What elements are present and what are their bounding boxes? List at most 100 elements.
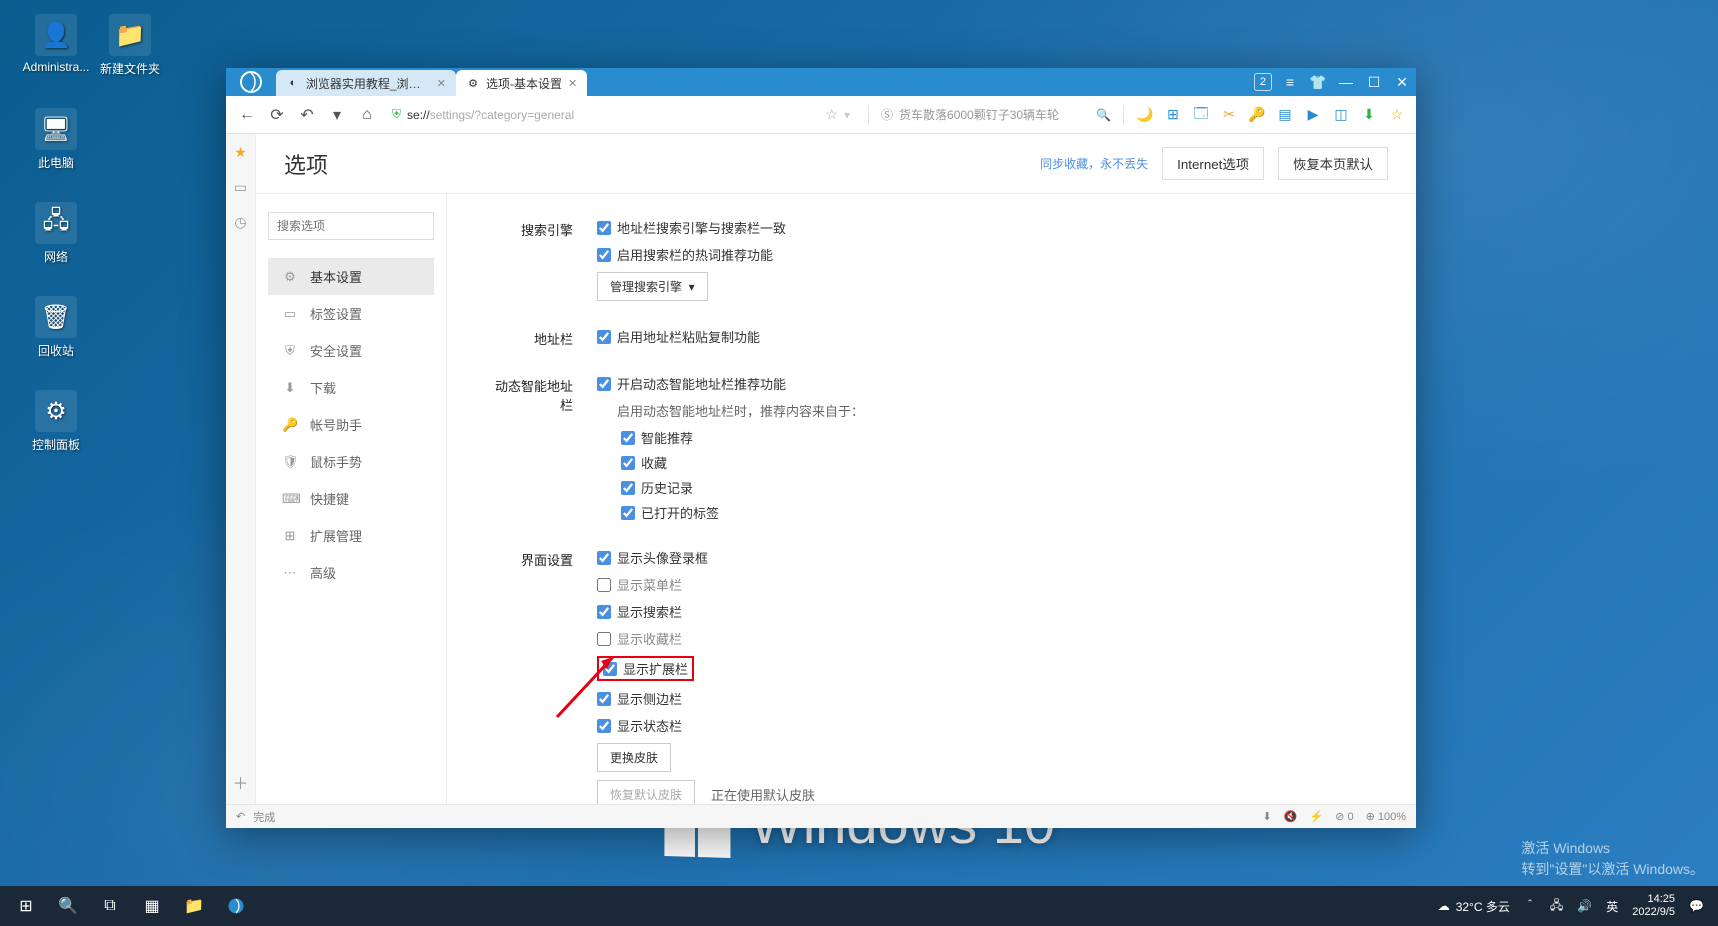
tab-1[interactable]: ⚙选项-基本设置✕ bbox=[456, 70, 587, 96]
tab-close-icon[interactable]: ✕ bbox=[568, 77, 577, 90]
nav-item-label: 鼠标手势 bbox=[310, 452, 362, 471]
clock[interactable]: 14:252022/9/5 bbox=[1632, 893, 1675, 919]
dropdown-icon[interactable]: ▾ bbox=[326, 104, 348, 126]
moon-icon[interactable]: 🌙 bbox=[1136, 106, 1154, 124]
bookmark-star-icon[interactable]: ☆ bbox=[825, 106, 838, 123]
tray-network-icon[interactable]: 🖧 bbox=[1550, 896, 1563, 917]
chk-smart-addr[interactable]: 开启动态智能地址栏推荐功能 bbox=[597, 374, 786, 393]
chk-hotword[interactable]: 启用搜索栏的热词推荐功能 bbox=[597, 245, 773, 264]
chk-fav-bar[interactable]: 显示收藏栏 bbox=[597, 629, 682, 648]
undo-button[interactable]: ↶ bbox=[296, 104, 318, 126]
desktop-icon-admin[interactable]: 👤Administra... bbox=[18, 14, 94, 74]
nav-item-1[interactable]: ▭标签设置 bbox=[268, 295, 434, 332]
history-icon[interactable]: ◷ bbox=[234, 214, 246, 231]
weather-widget[interactable]: ☁ 32°C 多云 bbox=[1438, 898, 1510, 915]
apps-grid-button[interactable]: ▦ bbox=[132, 886, 172, 926]
task-view-button[interactable]: ⧉ bbox=[90, 886, 130, 926]
explorer-taskbar-icon[interactable]: 📁 bbox=[174, 886, 214, 926]
chk-ext-bar[interactable]: 显示扩展栏 bbox=[603, 659, 688, 678]
download-icon[interactable]: ⬇ bbox=[1360, 106, 1378, 124]
desktop-icon-thispc[interactable]: 🖥此电脑 bbox=[18, 108, 94, 171]
nav-item-2[interactable]: ⛨安全设置 bbox=[268, 332, 434, 369]
nav-item-7[interactable]: ⊞扩展管理 bbox=[268, 517, 434, 554]
chk-menu-bar[interactable]: 显示菜单栏 bbox=[597, 575, 682, 594]
skin-icon[interactable]: 👕 bbox=[1304, 68, 1332, 96]
manage-search-engines-button[interactable]: 管理搜索引擎 ▾ bbox=[597, 272, 708, 301]
menu-icon[interactable]: ≡ bbox=[1276, 68, 1304, 96]
address-bar[interactable]: ⛨ se://settings/?category=general ☆ ▾ bbox=[386, 102, 856, 128]
proxy-badge[interactable]: ⊘ 0 bbox=[1335, 810, 1353, 823]
nav-item-0[interactable]: ⚙基本设置 bbox=[268, 258, 434, 295]
grid-icon[interactable]: ⊞ bbox=[1164, 106, 1182, 124]
restore-defaults-button[interactable]: 恢复本页默认 bbox=[1278, 147, 1388, 180]
undo-close-icon[interactable]: ↶ bbox=[236, 810, 245, 823]
nav-item-icon: ⋯ bbox=[282, 565, 298, 581]
change-skin-button[interactable]: 更换皮肤 bbox=[597, 743, 671, 772]
search-options-input[interactable] bbox=[268, 212, 434, 240]
nav-item-6[interactable]: ⌨快捷键 bbox=[268, 480, 434, 517]
browser-window: ◐浏览器实用教程_浏览器✕⚙选项-基本设置✕ 2 ≡ 👕 — ☐ ✕ ← ⟳ ↶… bbox=[226, 68, 1416, 828]
ime-indicator[interactable]: 英 bbox=[1606, 898, 1618, 915]
start-button[interactable]: ⊞ bbox=[6, 886, 46, 926]
tab-close-icon[interactable]: ✕ bbox=[437, 77, 446, 90]
play-icon[interactable]: ▶ bbox=[1304, 106, 1322, 124]
home-button[interactable]: ⌂ bbox=[356, 104, 378, 126]
desktop-icon-recycle[interactable]: 🗑回收站 bbox=[18, 296, 94, 359]
nav-item-3[interactable]: ⬇下载 bbox=[268, 369, 434, 406]
scissors-icon[interactable]: ✂ bbox=[1220, 106, 1238, 124]
internet-options-button[interactable]: Internet选项 bbox=[1162, 147, 1264, 180]
nav-item-8[interactable]: ⋯高级 bbox=[268, 554, 434, 591]
back-button[interactable]: ← bbox=[236, 104, 258, 126]
chk-history[interactable]: 历史记录 bbox=[621, 478, 719, 497]
nav-item-label: 安全设置 bbox=[310, 341, 362, 360]
chk-search-bar[interactable]: 显示搜索栏 bbox=[597, 602, 682, 621]
shield-icon: ⛨ bbox=[392, 107, 401, 122]
desktop-icon-controlpanel[interactable]: ⚙控制面板 bbox=[18, 390, 94, 453]
favorites-icon[interactable]: ★ bbox=[234, 144, 247, 161]
sync-link[interactable]: 同步收藏，永不丢失 bbox=[1040, 155, 1148, 172]
search-engine-icon[interactable]: Ⓢ bbox=[881, 106, 893, 123]
chk-open-tabs[interactable]: 已打开的标签 bbox=[621, 503, 719, 522]
note-icon[interactable]: ▤ bbox=[1276, 106, 1294, 124]
chk-status-bar[interactable]: 显示状态栏 bbox=[597, 716, 682, 735]
chk-favorites[interactable]: 收藏 bbox=[621, 453, 719, 472]
desktop-icon-newfolder[interactable]: 📁新建文件夹 bbox=[92, 14, 168, 77]
nav-item-4[interactable]: 🔑帐号助手 bbox=[268, 406, 434, 443]
reading-icon[interactable]: ▭ bbox=[234, 179, 247, 196]
chk-paste-copy[interactable]: 启用地址栏粘贴复制功能 bbox=[597, 327, 760, 346]
tab-count-badge[interactable]: 2 bbox=[1254, 73, 1272, 91]
options-header: 选项 同步收藏，永不丢失 Internet选项 恢复本页默认 bbox=[256, 134, 1416, 194]
download-status-icon[interactable]: ⬇ bbox=[1263, 810, 1272, 823]
browser-taskbar-icon[interactable] bbox=[216, 886, 256, 926]
minimize-button[interactable]: — bbox=[1332, 68, 1360, 96]
mute-icon[interactable]: 🔇 bbox=[1284, 810, 1298, 823]
dropdown-icon[interactable]: ▾ bbox=[844, 108, 850, 122]
search-box[interactable]: Ⓢ 货车散落6000颗钉子30辆车轮 🔍 bbox=[881, 106, 1111, 123]
tab-label: 选项-基本设置 bbox=[486, 75, 562, 92]
notifications-icon[interactable]: 💬 bbox=[1689, 899, 1704, 913]
desktop-icon-network[interactable]: 🖧网络 bbox=[18, 202, 94, 265]
chk-avatar-login[interactable]: 显示头像登录框 bbox=[597, 548, 708, 567]
chk-addr-search-sync[interactable]: 地址栏搜索引擎与搜索栏一致 bbox=[597, 218, 786, 237]
tray-volume-icon[interactable]: 🔊 bbox=[1577, 899, 1592, 913]
chk-smart-rec[interactable]: 智能推荐 bbox=[621, 428, 719, 447]
tab-0[interactable]: ◐浏览器实用教程_浏览器✕ bbox=[276, 70, 456, 96]
add-panel-button[interactable]: ＋ bbox=[232, 770, 248, 794]
key-icon[interactable]: 🔑 bbox=[1248, 106, 1266, 124]
window-icon[interactable]: ◫ bbox=[1332, 106, 1350, 124]
star-icon[interactable]: ☆ bbox=[1388, 106, 1406, 124]
search-icon[interactable]: 🔍 bbox=[1096, 108, 1111, 122]
search-button[interactable]: 🔍 bbox=[48, 886, 88, 926]
browser-logo-icon bbox=[226, 68, 276, 96]
reload-button[interactable]: ⟳ bbox=[266, 104, 288, 126]
compat-icon[interactable]: ⚡ bbox=[1309, 810, 1323, 823]
close-button[interactable]: ✕ bbox=[1388, 68, 1416, 96]
translate-icon[interactable]: 🗔 bbox=[1192, 106, 1210, 124]
zoom-level[interactable]: ⊕ 100% bbox=[1366, 810, 1406, 823]
tray-chevron-icon[interactable]: ＾ bbox=[1524, 898, 1536, 915]
chk-side-bar[interactable]: 显示侧边栏 bbox=[597, 689, 682, 708]
nav-item-5[interactable]: 🛡鼠标手势 bbox=[268, 443, 434, 480]
window-controls: 2 ≡ 👕 — ☐ ✕ bbox=[1254, 68, 1416, 96]
nav-item-label: 快捷键 bbox=[310, 489, 349, 508]
maximize-button[interactable]: ☐ bbox=[1360, 68, 1388, 96]
